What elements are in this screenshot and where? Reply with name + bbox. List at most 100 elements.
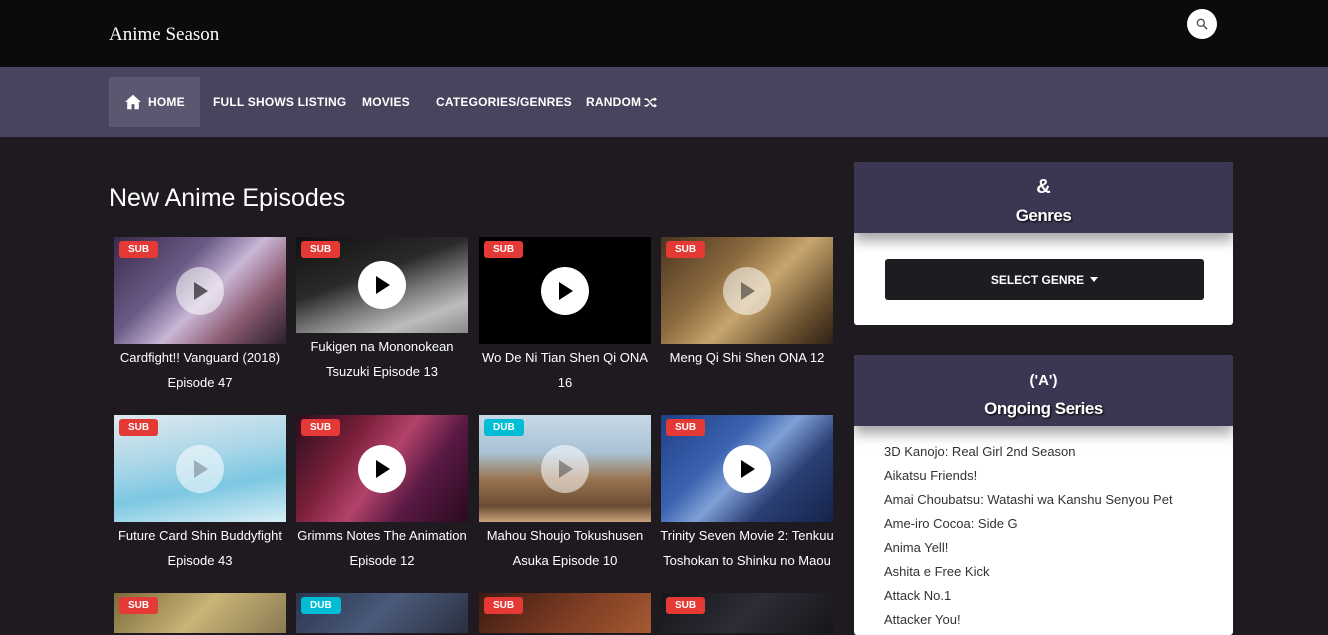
search-icon	[1196, 18, 1208, 30]
nav-categories[interactable]: CATEGORIES/GENRES	[436, 77, 572, 127]
episode-card[interactable]: SUB Cardfight!! Vanguard (2018) Episode …	[114, 237, 286, 395]
ongoing-series-link[interactable]: 3D Kanojo: Real Girl 2nd Season	[884, 440, 1233, 464]
ongoing-series-widget: ('A') Ongoing Series 3D Kanojo: Real Gir…	[854, 355, 1233, 635]
episode-thumbnail[interactable]: SUB	[661, 237, 833, 344]
episode-thumbnail[interactable]: SUB	[114, 415, 286, 522]
play-icon	[559, 281, 573, 300]
episode-number[interactable]: 16	[475, 370, 655, 395]
site-logo[interactable]: Anime Season	[109, 24, 219, 46]
episode-title[interactable]: Cardfight!! Vanguard (2018)	[110, 345, 290, 370]
episode-card[interactable]: SUB Fukigen na Mononokean Tsuzuki Episod…	[296, 237, 468, 384]
episode-thumbnail[interactable]: SUB	[661, 415, 833, 522]
episode-card[interactable]: SUB	[479, 593, 651, 633]
episode-thumbnail[interactable]: DUB	[479, 415, 651, 522]
episode-title[interactable]: Trinity Seven Movie 2: Tenkuu	[657, 523, 837, 548]
episode-thumbnail[interactable]: DUB	[296, 593, 468, 633]
play-button[interactable]	[723, 266, 771, 315]
play-icon	[376, 276, 390, 294]
nav-movies[interactable]: MOVIES	[362, 77, 410, 127]
play-button[interactable]	[358, 444, 406, 493]
shuffle-icon	[644, 96, 658, 108]
episode-thumbnail[interactable]: SUB	[114, 237, 286, 344]
play-icon	[741, 459, 755, 478]
nav-full-shows[interactable]: FULL SHOWS LISTING	[213, 77, 346, 127]
play-icon	[194, 281, 208, 300]
main-nav: HOME FULL SHOWS LISTING MOVIES CATEGORIE…	[0, 67, 1328, 137]
sub-badge: SUB	[119, 241, 159, 258]
ongoing-series-link[interactable]: Attacker You!	[884, 608, 1233, 632]
episode-title[interactable]: Wo De Ni Tian Shen Qi ONA	[475, 345, 655, 370]
play-icon	[376, 459, 390, 478]
genres-widget-title: Genres	[1015, 206, 1072, 225]
episode-card[interactable]: SUB Meng Qi Shi Shen ONA 12	[661, 237, 833, 370]
episode-card[interactable]: SUB Future Card Shin Buddyfight Episode …	[114, 415, 286, 573]
episode-card[interactable]: DUB Mahou Shoujo Tokushusen Asuka Episod…	[479, 415, 651, 573]
ampersand-icon: &	[1036, 176, 1051, 198]
play-icon	[741, 281, 755, 300]
episode-card[interactable]: SUB Wo De Ni Tian Shen Qi ONA 16	[479, 237, 651, 395]
episode-thumbnail[interactable]: SUB	[114, 593, 286, 633]
play-button[interactable]	[541, 444, 589, 493]
ongoing-series-link[interactable]: Ame-iro Cocoa: Side G	[884, 512, 1233, 536]
sub-badge: SUB	[119, 597, 159, 614]
genres-widget: & Genres SELECT GENRE	[854, 162, 1233, 325]
play-button[interactable]	[176, 266, 224, 315]
episode-card[interactable]: SUB	[114, 593, 286, 633]
play-icon	[559, 459, 573, 478]
dub-badge: DUB	[301, 597, 341, 614]
episode-title[interactable]: Meng Qi Shi Shen ONA 12	[657, 345, 837, 370]
episode-number[interactable]: Episode 47	[110, 370, 290, 395]
sub-badge: SUB	[119, 419, 159, 436]
episode-title[interactable]: Future Card Shin Buddyfight	[110, 523, 290, 548]
episode-number[interactable]: Episode 12	[292, 548, 472, 573]
antenna-icon: ('A')	[1029, 372, 1058, 389]
episode-thumbnail[interactable]: SUB	[479, 237, 651, 344]
play-button[interactable]	[541, 266, 589, 315]
episode-title[interactable]: Fukigen na Mononokean	[292, 334, 472, 359]
sub-badge: SUB	[666, 241, 706, 258]
ongoing-widget-header: ('A') Ongoing Series	[854, 355, 1233, 426]
episode-card[interactable]: SUB Trinity Seven Movie 2: Tenkuu Toshok…	[660, 415, 834, 573]
play-button[interactable]	[723, 444, 771, 493]
episode-number[interactable]: Toshokan to Shinku no Maou	[657, 548, 837, 573]
play-button[interactable]	[358, 261, 406, 309]
play-button[interactable]	[176, 444, 224, 493]
ongoing-widget-title: Ongoing Series	[984, 399, 1103, 418]
episode-card[interactable]: SUB Grimms Notes The Animation Episode 1…	[296, 415, 468, 573]
sub-badge: SUB	[666, 597, 706, 614]
caret-down-icon	[1090, 277, 1099, 282]
ongoing-series-list: 3D Kanojo: Real Girl 2nd Season Aikatsu …	[854, 426, 1233, 632]
sub-badge: SUB	[484, 241, 524, 258]
ongoing-series-link[interactable]: Aikatsu Friends!	[884, 464, 1233, 488]
episode-number[interactable]: Asuka Episode 10	[475, 548, 655, 573]
episode-card[interactable]: DUB	[296, 593, 468, 633]
ongoing-series-link[interactable]: Ashita e Free Kick	[884, 560, 1233, 584]
ongoing-series-link[interactable]: Amai Choubatsu: Watashi wa Kanshu Senyou…	[884, 488, 1233, 512]
episode-thumbnail[interactable]: SUB	[661, 593, 833, 633]
select-genre-dropdown[interactable]: SELECT GENRE	[885, 259, 1204, 300]
episode-card[interactable]: SUB	[661, 593, 833, 633]
nav-home[interactable]: HOME	[109, 77, 200, 127]
ongoing-series-link[interactable]: Attack No.1	[884, 584, 1233, 608]
ongoing-series-link[interactable]: Anima Yell!	[884, 536, 1233, 560]
section-title: New Anime Episodes	[109, 184, 346, 212]
episode-title[interactable]: Mahou Shoujo Tokushusen	[475, 523, 655, 548]
sub-badge: SUB	[301, 241, 341, 258]
play-icon	[194, 459, 208, 478]
dub-badge: DUB	[484, 419, 524, 436]
episode-number[interactable]: Tsuzuki Episode 13	[292, 359, 472, 384]
nav-movies-label: MOVIES	[362, 95, 410, 109]
top-bar: Anime Season	[0, 0, 1328, 67]
episode-thumbnail[interactable]: SUB	[296, 415, 468, 522]
episode-title[interactable]: Grimms Notes The Animation	[292, 523, 472, 548]
episode-thumbnail[interactable]: SUB	[479, 593, 651, 633]
nav-random[interactable]: RANDOM	[586, 77, 658, 127]
nav-full-shows-label: FULL SHOWS LISTING	[213, 95, 347, 109]
sub-badge: SUB	[484, 597, 524, 614]
select-genre-label: SELECT GENRE	[990, 272, 1085, 287]
episode-number[interactable]: Episode 43	[110, 548, 290, 573]
search-button[interactable]	[1187, 9, 1217, 39]
nav-home-label: HOME	[148, 95, 185, 109]
episode-thumbnail[interactable]: SUB	[296, 237, 468, 333]
nav-random-label: RANDOM	[586, 95, 642, 109]
